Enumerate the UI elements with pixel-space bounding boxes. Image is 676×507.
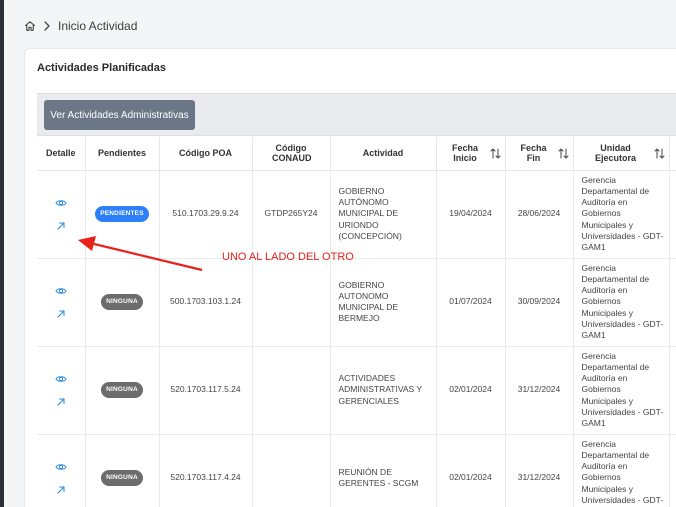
table-row: NINGUNA 520.1703.117.5.24 ACTIVIDADES AD… [37, 346, 676, 435]
actividad-cell: ACTIVIDADES ADMINISTRATIVAS Y GERENCIALE… [330, 346, 437, 435]
fecha-inicio-cell: 01/07/2024 [436, 258, 506, 347]
header-fecha-inicio-label: Fecha Inicio [451, 142, 478, 164]
eye-icon[interactable] [55, 197, 67, 209]
card-title: Actividades Planificadas [37, 62, 166, 74]
fecha-fin-cell: 28/06/2024 [505, 170, 574, 259]
extra-cell [669, 346, 676, 435]
table-row: PENDIENTES 510.1703.29.9.24 GTDP265Y24 G… [37, 170, 676, 259]
view-admin-activities-button[interactable]: Ver Actividades Administrativas [44, 100, 195, 130]
breadcrumb-current: Inicio Actividad [58, 19, 138, 33]
unidad-ejecutora-cell: Gerencia Departamental de Auditoría en G… [573, 258, 670, 347]
fecha-fin-cell: 31/12/2024 [505, 346, 574, 435]
pending-cell: NINGUNA [85, 434, 160, 507]
home-icon[interactable] [24, 20, 36, 32]
external-link-arrow-icon[interactable] [55, 220, 67, 232]
annotation-text: UNO AL LADO DEL OTRO [222, 251, 354, 263]
extra-cell [669, 170, 676, 259]
fecha-fin-cell: 30/09/2024 [505, 258, 574, 347]
actividad-cell: GOBIERNO AUTONOMO MUNICIPAL DE BERMEJO [330, 258, 437, 347]
header-detalle: Detalle [37, 137, 86, 171]
detail-cell [37, 434, 86, 507]
header-codigo-conaud-label: Código CONAUD [272, 142, 312, 164]
actividad-cell: REUNIÓN DE GERENTES - SCGM [330, 434, 437, 507]
unidad-ejecutora-cell: Gerencia Departamental de Auditoría en G… [573, 170, 670, 259]
codigo-poa-cell: 520.1703.117.4.24 [159, 434, 253, 507]
fecha-inicio-cell: 02/01/2024 [436, 346, 506, 435]
eye-icon[interactable] [55, 373, 67, 385]
eye-icon[interactable] [55, 285, 67, 297]
codigo-conaud-cell [252, 258, 331, 347]
unidad-ejecutora-cell: Gerencia Departamental de Auditoría en G… [573, 434, 670, 507]
fecha-fin-cell: 31/12/2024 [505, 434, 574, 507]
header-codigo-poa: Código POA [159, 137, 253, 171]
eye-icon[interactable] [55, 461, 67, 473]
window-edge [0, 0, 4, 507]
header-codigo-conaud: Código CONAUD [252, 137, 331, 171]
codigo-poa-cell: 520.1703.117.5.24 [159, 346, 253, 435]
chevron-right-icon [42, 20, 52, 32]
pending-cell: NINGUNA [85, 258, 160, 347]
codigo-conaud-cell [252, 434, 331, 507]
header-extra [669, 137, 676, 171]
fecha-inicio-cell: 02/01/2024 [436, 434, 506, 507]
header-pendientes: Pendientes [85, 137, 160, 171]
header-fecha-fin[interactable]: Fecha Fin [505, 137, 574, 171]
header-fecha-fin-label: Fecha Fin [520, 142, 547, 164]
pending-cell: NINGUNA [85, 346, 160, 435]
external-link-arrow-icon[interactable] [55, 308, 67, 320]
unidad-ejecutora-cell: Gerencia Departamental de Auditoría en G… [573, 346, 670, 435]
actividad-cell: GOBIERNO AUTÓNOMO MUNICIPAL DE URIONDO (… [330, 170, 437, 259]
codigo-conaud-cell [252, 346, 331, 435]
extra-cell [669, 258, 676, 347]
detail-cell [37, 258, 86, 347]
table-toolbar: Ver Actividades Administrativas [37, 93, 676, 136]
status-badge: PENDIENTES [95, 205, 149, 223]
header-unidad-ejecutora-label: Unidad Ejecutora [594, 142, 636, 164]
status-badge: NINGUNA [101, 381, 143, 399]
header-fecha-inicio[interactable]: Fecha Inicio [436, 137, 506, 171]
sort-icon[interactable] [490, 148, 501, 159]
sort-icon[interactable] [558, 148, 569, 159]
codigo-poa-cell: 500.1703.103.1.24 [159, 258, 253, 347]
table-header-row: Detalle Pendientes Código POA Código CON… [37, 137, 676, 171]
external-link-arrow-icon[interactable] [55, 484, 67, 496]
table-row: NINGUNA 520.1703.117.4.24 REUNIÓN DE GER… [37, 434, 676, 507]
status-badge: NINGUNA [101, 293, 143, 311]
fecha-inicio-cell: 19/04/2024 [436, 170, 506, 259]
header-actividad: Actividad [330, 137, 437, 171]
status-badge: NINGUNA [101, 469, 143, 487]
detail-cell [37, 346, 86, 435]
header-unidad-ejecutora[interactable]: Unidad Ejecutora [573, 137, 670, 171]
detail-cell [37, 170, 86, 259]
breadcrumb: Inicio Actividad [24, 18, 137, 34]
table-row: NINGUNA 500.1703.103.1.24 GOBIERNO AUTON… [37, 258, 676, 347]
pending-cell: PENDIENTES [85, 170, 160, 259]
activities-table: Detalle Pendientes Código POA Código CON… [37, 137, 676, 507]
codigo-poa-cell: 510.1703.29.9.24 [159, 170, 253, 259]
sort-icon[interactable] [654, 148, 665, 159]
extra-cell [669, 434, 676, 507]
external-link-arrow-icon[interactable] [55, 396, 67, 408]
codigo-conaud-cell: GTDP265Y24 [252, 170, 331, 259]
